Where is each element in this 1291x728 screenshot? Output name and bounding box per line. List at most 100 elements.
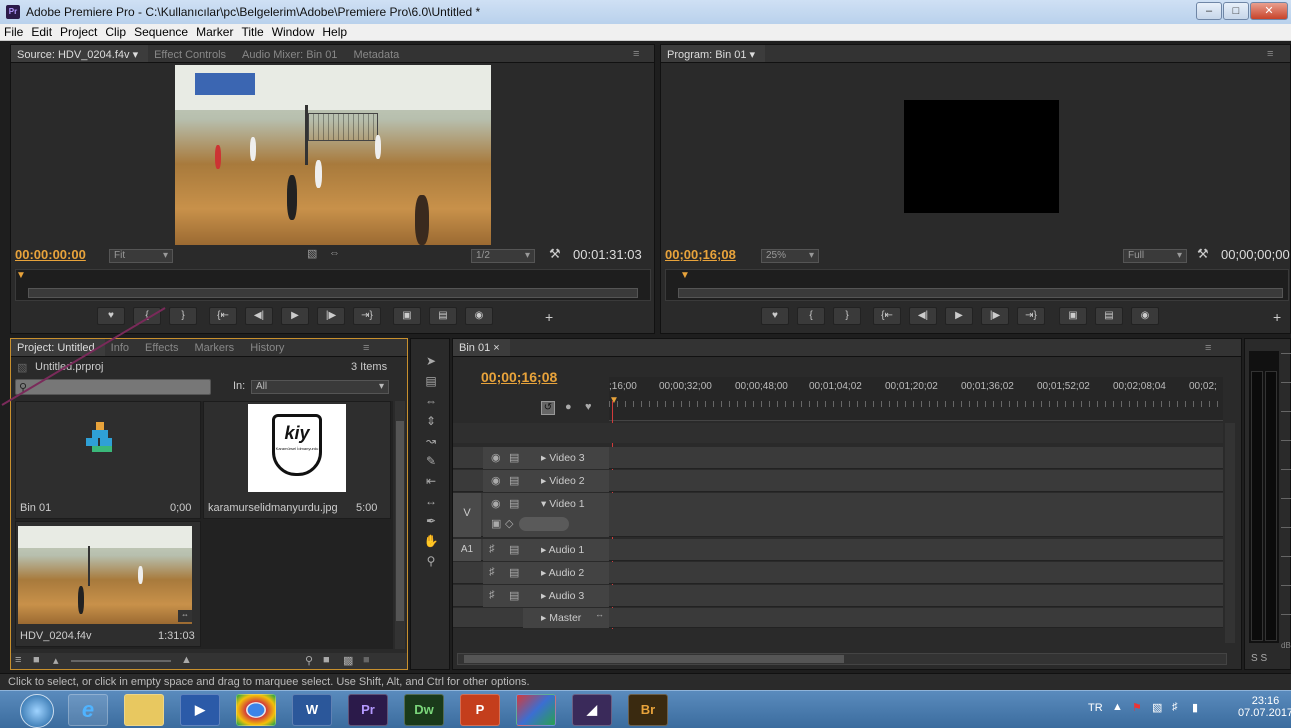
tab-bin-01[interactable]: Bin 01 × bbox=[453, 339, 510, 356]
internet-explorer-icon[interactable]: e bbox=[68, 694, 108, 726]
menu-marker[interactable]: Marker bbox=[192, 24, 237, 39]
go-to-in-button[interactable]: {⇤ bbox=[209, 307, 237, 325]
resolution-dropdown[interactable]: 1/2 ▾ bbox=[471, 249, 535, 263]
slide-tool-icon[interactable]: ↔ bbox=[423, 493, 439, 509]
pen-tool-icon[interactable]: ✒ bbox=[423, 513, 439, 529]
add-marker-button[interactable]: ♥ bbox=[761, 307, 789, 325]
go-to-out-button[interactable]: ⇥} bbox=[1017, 307, 1045, 325]
zoom-out-icon[interactable]: ▴ bbox=[53, 654, 59, 667]
in-dropdown[interactable]: All ▾ bbox=[251, 380, 389, 394]
razor-tool-icon[interactable]: ✎ bbox=[423, 453, 439, 469]
premiere-icon[interactable]: Pr bbox=[348, 694, 388, 726]
sync-lock-icon[interactable]: ▤ bbox=[509, 474, 519, 487]
dreamweaver-icon[interactable]: Dw bbox=[404, 694, 444, 726]
eye-icon[interactable]: ◉ bbox=[491, 451, 501, 464]
show-hidden-icons[interactable]: ▲ bbox=[1112, 701, 1123, 713]
close-button[interactable]: ✕ bbox=[1250, 2, 1288, 20]
lift-button[interactable]: ▣ bbox=[1059, 307, 1087, 325]
zoom-dropdown[interactable]: 25% ▾ bbox=[761, 249, 819, 263]
mark-out-button[interactable]: } bbox=[833, 307, 861, 325]
playhead-marker-icon[interactable]: ▼ bbox=[680, 270, 690, 281]
clock[interactable]: 23:16 07.07.2017 bbox=[1238, 695, 1291, 719]
marker-icon[interactable]: ● bbox=[565, 401, 572, 413]
playhead-marker-icon[interactable]: ▼ bbox=[16, 270, 26, 281]
find-icon[interactable]: ⚲ bbox=[305, 654, 313, 667]
speaker-icon[interactable]: ♯ bbox=[489, 566, 495, 578]
tab-history[interactable]: History bbox=[244, 339, 294, 354]
export-frame-button[interactable]: ◉ bbox=[465, 307, 493, 325]
wrench-icon[interactable]: ⚒ bbox=[1197, 246, 1209, 262]
sync-lock-icon[interactable]: ▤ bbox=[509, 497, 519, 510]
action-center-icon[interactable]: ⚑ bbox=[1132, 701, 1142, 714]
rolling-edit-tool-icon[interactable]: ⇕ bbox=[423, 413, 439, 429]
icon-view-icon[interactable]: ■ bbox=[33, 654, 40, 666]
mark-in-button[interactable]: { bbox=[797, 307, 825, 325]
tab-effect-controls[interactable]: Effect Controls bbox=[148, 46, 236, 61]
word-icon[interactable]: W bbox=[292, 694, 332, 726]
add-button-icon[interactable]: + bbox=[1273, 309, 1281, 325]
menu-sequence[interactable]: Sequence bbox=[130, 24, 192, 39]
project-scrollbar[interactable] bbox=[395, 401, 405, 649]
selection-tool-icon[interactable]: ➤ bbox=[423, 353, 439, 369]
overwrite-button[interactable]: ▤ bbox=[429, 307, 457, 325]
insert-button[interactable]: ▣ bbox=[393, 307, 421, 325]
tab-markers[interactable]: Markers bbox=[188, 339, 244, 354]
ripple-edit-tool-icon[interactable]: ⇔ bbox=[423, 393, 439, 409]
language-indicator[interactable]: TR bbox=[1088, 702, 1103, 714]
start-button[interactable] bbox=[20, 694, 54, 728]
play-button[interactable]: ▶ bbox=[945, 307, 973, 325]
tab-metadata[interactable]: Metadata bbox=[347, 46, 409, 61]
menu-edit[interactable]: Edit bbox=[27, 24, 56, 39]
sync-lock-icon[interactable]: ▤ bbox=[509, 543, 519, 556]
panel-menu-icon[interactable]: ≡ bbox=[1267, 48, 1273, 60]
track-audio-1[interactable]: A1 ♯ ▤ ▸ Audio 1 bbox=[453, 539, 1223, 561]
film-icon[interactable]: ▧ bbox=[307, 247, 317, 260]
display-style-icon[interactable]: ▣ bbox=[491, 517, 501, 530]
menu-clip[interactable]: Clip bbox=[101, 24, 130, 39]
program-zoom-bar[interactable] bbox=[678, 288, 1283, 298]
rate-stretch-tool-icon[interactable]: ↝ bbox=[423, 433, 439, 449]
menu-window[interactable]: Window bbox=[268, 24, 319, 39]
track-master[interactable]: ▸ Master ↔ bbox=[453, 608, 1223, 628]
tab-audio-mixer[interactable]: Audio Mixer: Bin 01 bbox=[236, 46, 347, 61]
minimize-button[interactable]: – bbox=[1196, 2, 1222, 20]
extract-button[interactable]: ▤ bbox=[1095, 307, 1123, 325]
play-button[interactable]: ▶ bbox=[281, 307, 309, 325]
bridge-icon[interactable]: Br bbox=[628, 694, 668, 726]
timeline-ruler[interactable]: ;16;00 00;00;32;00 00;00;48;00 00;01;04;… bbox=[609, 377, 1223, 421]
snap-icon[interactable]: ↺ bbox=[541, 401, 555, 415]
fit-dropdown[interactable]: Fit ▾ bbox=[109, 249, 173, 263]
menu-title[interactable]: Title bbox=[237, 24, 267, 39]
go-to-in-button[interactable]: {⇤ bbox=[873, 307, 901, 325]
eye-icon[interactable]: ◉ bbox=[491, 474, 501, 487]
file-explorer-icon[interactable] bbox=[124, 694, 164, 726]
zoom-in-icon[interactable]: ▲ bbox=[181, 654, 192, 666]
new-item-icon[interactable]: ▩ bbox=[343, 654, 353, 667]
timeline-timecode[interactable]: 00;00;16;08 bbox=[481, 369, 557, 385]
keyframe-nav[interactable] bbox=[519, 517, 569, 531]
track-select-tool-icon[interactable]: ▤ bbox=[423, 373, 439, 389]
sync-lock-icon[interactable]: ▤ bbox=[509, 451, 519, 464]
zoom-tool-icon[interactable]: ⚲ bbox=[423, 553, 439, 569]
export-frame-button[interactable]: ◉ bbox=[1131, 307, 1159, 325]
tab-program[interactable]: Program: Bin 01 ▾ bbox=[661, 45, 766, 62]
solo-buttons[interactable]: S S bbox=[1251, 653, 1267, 664]
list-view-icon[interactable]: ≡ bbox=[15, 654, 21, 666]
network-icon[interactable]: ▮ bbox=[1192, 701, 1198, 714]
step-back-button[interactable]: ◀| bbox=[909, 307, 937, 325]
powerpoint-icon[interactable]: P bbox=[460, 694, 500, 726]
speaker-icon[interactable]: ♯ bbox=[489, 589, 495, 601]
video-scrollbar[interactable] bbox=[1225, 423, 1235, 543]
new-bin-icon[interactable]: ■ bbox=[323, 654, 330, 666]
volume-icon[interactable]: ♯ bbox=[1172, 701, 1178, 713]
program-time-ruler[interactable]: ▼ bbox=[665, 269, 1289, 301]
source-patch-v[interactable]: V bbox=[453, 493, 481, 537]
wrench-icon[interactable]: ⚒ bbox=[549, 246, 561, 262]
quality-dropdown[interactable]: Full ▾ bbox=[1123, 249, 1187, 263]
media-player-icon[interactable]: ▶ bbox=[180, 694, 220, 726]
delete-icon[interactable]: ■ bbox=[363, 654, 370, 666]
maximize-button[interactable]: □ bbox=[1223, 2, 1249, 20]
step-forward-button[interactable]: |▶ bbox=[981, 307, 1009, 325]
project-item-video[interactable]: ⇔ HDV_0204.f4v 1:31:03 bbox=[15, 521, 201, 647]
step-forward-button[interactable]: |▶ bbox=[317, 307, 345, 325]
